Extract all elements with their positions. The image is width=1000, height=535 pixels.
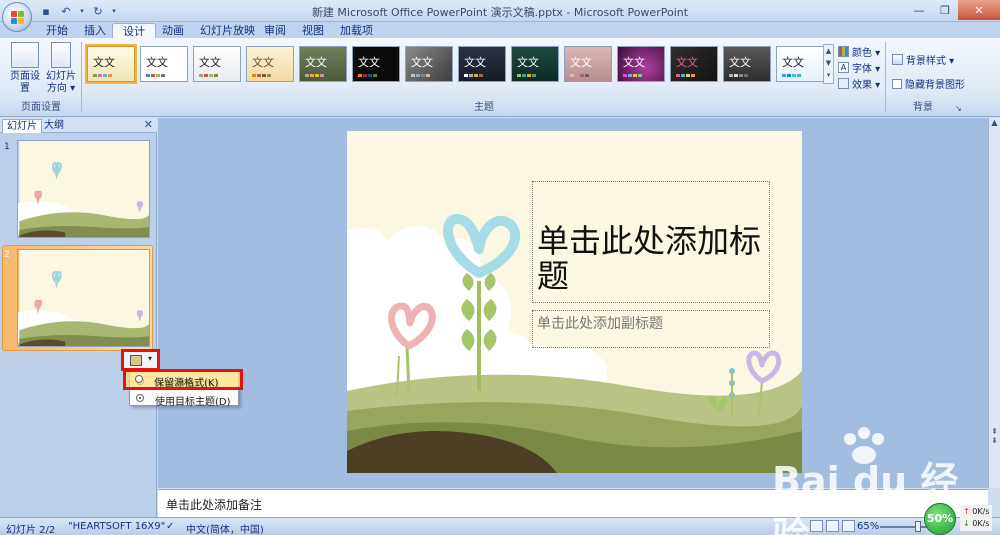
slide-thumbnail-2[interactable] <box>17 249 150 347</box>
slide-art-icon <box>18 141 149 237</box>
clipboard-icon <box>130 355 142 366</box>
tab-home[interactable]: 开始 <box>36 23 78 39</box>
theme-effects-button[interactable]: 效果 ▾ <box>838 76 880 91</box>
theme-thumbnail[interactable]: 文文 <box>617 46 665 82</box>
spellcheck-icon[interactable]: ✓ <box>166 521 174 532</box>
fonts-icon: A <box>838 62 849 73</box>
theme-gallery-scroll[interactable]: ▲ ▼ ▾ <box>823 44 834 84</box>
slides-panel: 幻灯片 大纲 ✕ 1 2 <box>0 118 157 517</box>
tab-addins[interactable]: 加载项 <box>330 23 383 39</box>
network-speed-widget: 50% ↑ 0K/s ↓ 0K/s <box>924 503 1000 535</box>
slide-thumbnail-1[interactable] <box>17 140 150 238</box>
theme-thumbnail[interactable]: 文文 <box>723 46 771 82</box>
slide-number: 2 <box>4 250 10 260</box>
theme-thumbnail[interactable]: 文文 <box>352 46 400 82</box>
status-bar: 幻灯片 2/2 "HEARTSOFT 16X9" ✓ 中文(简体，中国) 65% <box>0 517 1000 535</box>
close-panel-icon[interactable]: ✕ <box>144 118 153 131</box>
window-controls: — ❐ ✕ <box>906 0 1000 20</box>
group-label-themes: 主题 <box>474 102 494 113</box>
tab-review[interactable]: 审阅 <box>254 23 296 39</box>
theme-thumbnail[interactable]: 文文 <box>670 46 718 82</box>
zoom-level[interactable]: 65% <box>857 521 879 532</box>
slide-art-icon <box>18 250 149 346</box>
slide-title-placeholder[interactable]: 单击此处添加标题 <box>532 181 770 303</box>
group-divider <box>81 42 82 112</box>
close-icon[interactable]: ✕ <box>958 0 1000 20</box>
tab-view[interactable]: 视图 <box>292 23 334 39</box>
window-title: 新建 Microsoft Office PowerPoint 演示文稿.pptx… <box>311 6 689 19</box>
notes-pane[interactable]: 单击此处添加备注 <box>158 489 988 517</box>
tab-insert[interactable]: 插入 <box>74 23 116 39</box>
theme-thumbnail[interactable]: 文文 <box>511 46 559 82</box>
ribbon: 页面设置 幻灯片 方向 ▾ 页面设置 文文 文文 文文 文文 文文 文文 文文 … <box>0 38 1000 117</box>
theme-thumbnail[interactable]: 文文 <box>564 46 612 82</box>
slide-canvas[interactable]: 单击此处添加标题 单击此处添加副标题 <box>347 131 802 473</box>
maximize-icon[interactable]: ❐ <box>932 0 958 20</box>
more-themes-icon[interactable]: ▾ <box>824 69 833 81</box>
scroll-up-icon[interactable]: ▲ <box>824 45 833 57</box>
tab-animations[interactable]: 动画 <box>152 23 194 39</box>
paste-options-button[interactable]: ▾ <box>121 349 160 371</box>
slideshow-view-icon[interactable] <box>842 520 855 532</box>
slide-subtitle-placeholder[interactable]: 单击此处添加副标题 <box>532 310 770 348</box>
theme-thumbnail[interactable]: 文文 <box>776 46 824 82</box>
theme-thumbnail[interactable]: 文文 <box>405 46 453 82</box>
normal-view-icon[interactable] <box>810 520 823 532</box>
tab-design[interactable]: 设计 <box>112 23 156 39</box>
minimize-icon[interactable]: — <box>906 0 932 20</box>
slide-orientation-button[interactable]: 幻灯片 方向 ▾ <box>46 42 76 95</box>
radio-icon <box>135 375 143 383</box>
slide-sorter-icon[interactable] <box>826 520 839 532</box>
group-label-page-setup: 页面设置 <box>21 102 61 113</box>
slide-number: 1 <box>4 142 10 152</box>
prev-slide-icon[interactable]: ⇞ <box>989 427 1000 436</box>
network-rates: ↑ 0K/s ↓ 0K/s <box>960 505 993 531</box>
cpu-usage-badge[interactable]: 50% <box>924 503 956 535</box>
page-setup-icon <box>11 42 39 68</box>
tab-outline[interactable]: 大纲 <box>40 119 68 133</box>
slide-count: 幻灯片 2/2 <box>6 525 56 535</box>
theme-thumbnail[interactable]: 文文 <box>458 46 506 82</box>
theme-colors-button[interactable]: 颜色 ▾ <box>838 44 880 59</box>
keep-source-formatting-label[interactable]: 保留源格式(K) <box>129 371 237 389</box>
theme-fonts-button[interactable]: A 字体 ▾ <box>838 60 880 75</box>
use-destination-theme-option[interactable]: 使用目标主题(D) <box>130 390 238 408</box>
download-arrow-icon: ↓ <box>963 519 970 528</box>
vertical-scrollbar[interactable]: ▲ ⇞ ⇟ <box>988 118 1000 488</box>
upload-arrow-icon: ↑ <box>963 507 970 516</box>
theme-thumbnail[interactable]: 文文 <box>85 44 137 84</box>
language[interactable]: 中文(简体，中国) <box>186 521 264 535</box>
scroll-down-icon[interactable]: ▼ <box>824 57 833 69</box>
office-logo-icon <box>11 11 25 25</box>
orientation-icon <box>51 42 71 68</box>
group-divider <box>885 42 886 112</box>
office-button[interactable] <box>2 2 32 32</box>
theme-thumbnail[interactable]: 文文 <box>299 46 347 82</box>
checkbox-icon <box>892 78 902 89</box>
theme-thumbnail[interactable]: 文文 <box>140 46 188 82</box>
colors-icon <box>838 46 849 57</box>
panel-tabs: 幻灯片 大纲 ✕ <box>0 118 157 133</box>
zoom-slider-thumb[interactable] <box>915 521 921 532</box>
ribbon-tabs: 开始 插入 设计 动画 幻灯片放映 审阅 视图 加载项 <box>0 22 1000 39</box>
page-setup-button[interactable]: 页面设置 <box>6 42 44 95</box>
theme-name: "HEARTSOFT 16X9" <box>68 521 166 532</box>
chevron-down-icon: ▾ <box>148 354 153 363</box>
notes-placeholder[interactable]: 单击此处添加备注 <box>166 496 262 513</box>
radio-selected-icon <box>136 394 144 402</box>
title-bar: ▪ ↶ ▾ ↻ ▾ 新建 Microsoft Office PowerPoint… <box>0 0 1000 32</box>
background-styles-button[interactable]: 背景样式 ▾ <box>892 52 954 67</box>
effects-icon <box>838 78 849 89</box>
scroll-up-icon[interactable]: ▲ <box>989 118 1000 127</box>
background-styles-icon <box>892 54 903 65</box>
dialog-launcher-icon[interactable]: ↘ <box>955 104 962 113</box>
tab-slides[interactable]: 幻灯片 <box>2 119 42 133</box>
group-label-background: 背景 <box>913 102 933 113</box>
theme-thumbnail[interactable]: 文文 <box>193 46 241 82</box>
hide-background-checkbox[interactable]: 隐藏背景图形 <box>892 76 965 91</box>
next-slide-icon[interactable]: ⇟ <box>989 436 1000 445</box>
theme-thumbnail[interactable]: 文文 <box>246 46 294 82</box>
